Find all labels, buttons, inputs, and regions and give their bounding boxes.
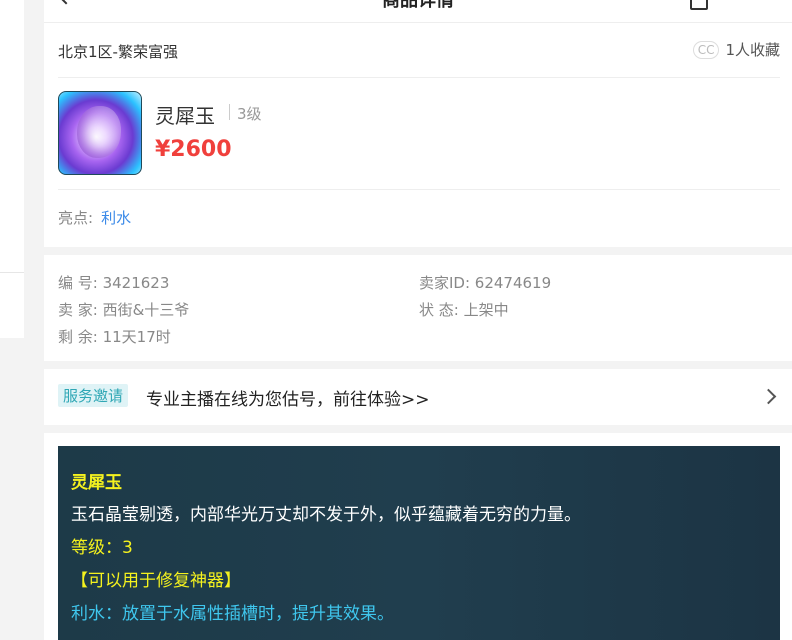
info-card: 编 号: 3421623 卖家ID: 62474619 卖 家: 西街&十三爷 … (44, 255, 792, 361)
left-panel (0, 0, 24, 338)
page-title: 商品详情 (382, 0, 454, 11)
time-remaining: 剩 余: 11天17时 (58, 328, 171, 346)
server-row: 北京1区-繁荣富强 CC 1人收藏 (58, 23, 780, 78)
jade-item-icon[interactable] (58, 91, 142, 175)
favorite-button[interactable]: CC 1人收藏 (692, 39, 780, 60)
description-card: 灵犀玉 玉石晶莹剔透，内部华光万丈却不发于外，似乎蕴藏着无穷的力量。 等级：3 … (44, 433, 792, 640)
chevron-right-icon[interactable] (760, 388, 777, 405)
desc-level: 等级：3 (71, 538, 133, 558)
desc-usage: 【可以用于修复神器】 (71, 571, 241, 591)
product-card: 北京1区-繁荣富强 CC 1人收藏 灵犀玉 3级 ¥2600 亮点: 利水 (44, 23, 792, 247)
seller-id: 卖家ID: 62474619 (419, 274, 552, 292)
favorite-badge: CC (692, 40, 720, 59)
share-icon[interactable] (690, 0, 708, 10)
favorite-count: 1人收藏 (725, 41, 780, 59)
item-price: ¥2600 (155, 137, 232, 162)
service-text[interactable]: 专业主播在线为您估号，前往体验>> (146, 385, 430, 410)
desc-effect: 利水：放置于水属性插槽时，提升其效果。 (71, 604, 394, 624)
desc-title: 灵犀玉 (71, 473, 122, 493)
item-id: 编 号: 3421623 (58, 274, 170, 292)
listing-status: 状 态: 上架中 (419, 301, 509, 319)
highlight-row: 亮点: 利水 (58, 207, 131, 228)
server-name: 北京1区-繁荣富强 (58, 43, 178, 61)
highlight-label: 亮点: (58, 209, 94, 227)
top-header: 商品详情 (44, 0, 792, 23)
desc-text: 玉石晶莹剔透，内部华光万丈却不发于外，似乎蕴藏着无穷的力量。 (71, 505, 581, 525)
item-separator (229, 104, 230, 120)
left-divider (0, 272, 24, 273)
highlight-value[interactable]: 利水 (101, 209, 131, 227)
item-description: 灵犀玉 玉石晶莹剔透，内部华光万丈却不发于外，似乎蕴藏着无穷的力量。 等级：3 … (58, 446, 780, 640)
item-level: 3级 (237, 105, 262, 123)
item-name: 灵犀玉 (155, 104, 215, 128)
seller-name: 卖 家: 西街&十三爷 (58, 301, 190, 319)
item-row: 灵犀玉 3级 ¥2600 (58, 78, 780, 190)
service-tag: 服务邀请 (58, 384, 129, 407)
service-invite-row[interactable]: 服务邀请 专业主播在线为您估号，前往体验>> (44, 369, 792, 425)
